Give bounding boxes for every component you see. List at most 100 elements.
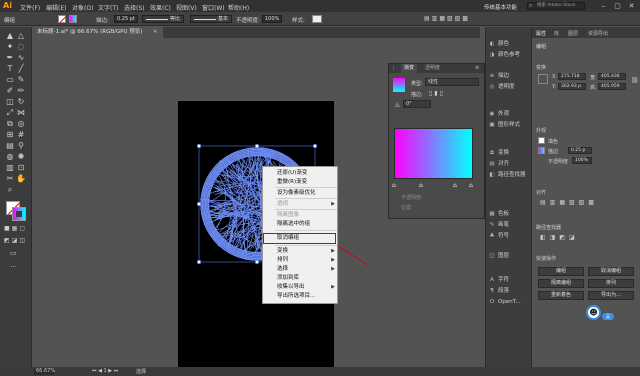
gradient-stop-start[interactable]: ⌂	[392, 182, 396, 189]
w-input[interactable]: 405.436	[598, 73, 626, 80]
context-menu-item[interactable]: 导出所选项目...	[263, 292, 339, 301]
rectangle-icon[interactable]: ▭	[5, 75, 15, 85]
workspace-switcher[interactable]: 传统基本功能	[484, 3, 517, 11]
align-controls[interactable]: ▤▥▦▧▨▩	[424, 15, 484, 23]
gradient-icon[interactable]: ▤	[5, 141, 15, 151]
dock-item[interactable]: ◑ 颜色参考	[488, 50, 530, 61]
eraser-icon[interactable]: ◫	[5, 97, 15, 107]
appearance-stroke-swatch[interactable]	[538, 147, 545, 154]
pathfinder-icons[interactable]: ◧◨◩◪	[540, 234, 579, 241]
export-as-button[interactable]: 导出为...	[588, 291, 634, 300]
artboard-nav-icons[interactable]: ⏮ ◀ 1 ▶ ⏭	[92, 368, 118, 374]
dock-item[interactable]: ◐ 颜色	[488, 39, 530, 50]
appearance-stroke-input[interactable]: 0.25 p	[568, 147, 592, 154]
tab-layers[interactable]: 图层	[568, 30, 578, 37]
assistant-badge[interactable]: 英	[602, 313, 614, 320]
shaper-icon[interactable]: ✐	[5, 86, 15, 96]
curvature-icon[interactable]: ∿	[16, 53, 26, 63]
tab-asset-export[interactable]: 资源导出	[588, 30, 608, 37]
zoom-input[interactable]: 66.67%	[34, 368, 55, 375]
width-icon[interactable]: ⋈	[16, 108, 26, 118]
stroke-color-box[interactable]	[12, 207, 26, 221]
direct-selection-icon[interactable]: △	[16, 31, 26, 41]
stock-search-input[interactable]: 搜索 Adobe Stock	[527, 2, 585, 10]
dock-item[interactable]: A 字符	[488, 275, 530, 286]
dock-item[interactable]: ♣ 符号	[488, 231, 530, 242]
ungroup-button[interactable]: 取消编组	[588, 267, 634, 276]
draw-mode-icons[interactable]: ◩◪◫	[4, 237, 27, 244]
variable-width-select[interactable]: 等比	[142, 15, 184, 23]
slice-icon[interactable]: ✂	[5, 174, 15, 184]
dock-item[interactable]: ◎ 透明度	[488, 82, 530, 93]
close-tab-icon[interactable]: ✕	[153, 29, 157, 35]
shape-builder-icon[interactable]: ◎	[16, 119, 26, 129]
menu-select[interactable]: 选择(S)	[124, 3, 145, 12]
menu-help[interactable]: 帮助(H)	[228, 3, 249, 12]
eyedropper-icon[interactable]: ⚲	[16, 141, 26, 151]
tab-properties[interactable]: 属性	[536, 30, 546, 37]
isolate-group-button[interactable]: 隔离编组	[538, 279, 584, 288]
mesh-icon[interactable]: #	[16, 130, 26, 140]
menu-edit[interactable]: 编辑(E)	[46, 3, 66, 12]
opacity-input[interactable]: 100%	[262, 15, 282, 23]
group-button[interactable]: 编组	[538, 267, 584, 276]
gradient-type-select[interactable]: 线性	[425, 78, 479, 86]
assistant-avatar[interactable]: ☻	[586, 305, 601, 320]
dock-item[interactable]: ▦ 色板	[488, 209, 530, 220]
dock-item[interactable]: ▣ 图形样式	[488, 120, 530, 131]
lasso-icon[interactable]: ◌	[16, 42, 26, 52]
tab-gradient[interactable]: 渐变	[401, 64, 418, 73]
screen-mode-icon[interactable]: ▭	[10, 249, 17, 257]
paintbrush-icon[interactable]: ✎	[16, 75, 26, 85]
close-button[interactable]: ✕	[627, 2, 636, 10]
symbol-sprayer-icon[interactable]: ✺	[16, 152, 26, 162]
recolor-button[interactable]: 重新着色	[538, 291, 584, 300]
blend-icon[interactable]: ◍	[5, 152, 15, 162]
dock-item[interactable]: ◫ 图层	[488, 251, 530, 262]
document-tab[interactable]: 未标题-1.ai* @ 66.67% (RGB/GPU 预览)	[33, 27, 163, 38]
h-input[interactable]: 405.959	[598, 83, 626, 90]
context-menu-item[interactable]: 还原(U)渐变	[263, 169, 339, 178]
rotate-icon[interactable]: ↻	[16, 97, 26, 107]
perspective-icon[interactable]: ⊞	[5, 130, 15, 140]
align-icons[interactable]: ▤▥▦▧▨▩	[540, 199, 598, 206]
maximize-button[interactable]: ▢	[613, 2, 622, 10]
edit-toolbar-icon[interactable]: …	[10, 261, 17, 269]
reference-point-icon[interactable]	[538, 74, 548, 84]
brush-definition-select[interactable]: 基本	[190, 15, 232, 23]
gradient-thumbnail[interactable]	[393, 78, 405, 92]
zoom-icon[interactable]: ⌕	[5, 185, 15, 195]
context-menu-item[interactable]: 添加到库	[263, 274, 339, 283]
menu-view[interactable]: 视图(V)	[176, 3, 197, 12]
selection-icon[interactable]: ▲	[5, 31, 15, 41]
menu-object[interactable]: 对象(O)	[72, 3, 93, 12]
graphic-style-swatch[interactable]	[312, 15, 322, 23]
type-icon[interactable]: T	[5, 64, 15, 74]
fill-swatch[interactable]	[58, 15, 67, 23]
context-menu-item[interactable]: 收集以导出 ▶	[263, 283, 339, 292]
x-input[interactable]: 275.718	[558, 73, 586, 80]
color-mode-icons[interactable]: ■▦▢	[4, 225, 27, 232]
appearance-opacity-input[interactable]: 100%	[572, 157, 592, 164]
pen-icon[interactable]: ✒	[5, 53, 15, 63]
dock-item[interactable]: ◧ 路径查找器	[488, 170, 530, 181]
tab-transparency[interactable]: 透明度	[425, 64, 440, 73]
arrange-button[interactable]: 排列	[588, 279, 634, 288]
gradient-stop-end[interactable]: ⌂	[469, 182, 473, 189]
menu-file[interactable]: 文件(F)	[20, 3, 40, 12]
menu-window[interactable]: 窗口(W)	[202, 3, 225, 12]
dock-item[interactable]: ≡ 描边	[488, 71, 530, 82]
stroke-gradient-options[interactable]: ▯▮▯	[429, 90, 445, 97]
minimize-button[interactable]: –	[599, 2, 608, 10]
dock-item[interactable]: ⧉ 变换	[488, 148, 530, 159]
context-menu-item[interactable]: 选择 ▶	[263, 265, 339, 274]
appearance-fill-swatch[interactable]	[538, 137, 545, 144]
gradient-slider[interactable]	[394, 128, 473, 179]
line-icon[interactable]: ╱	[16, 64, 26, 74]
pencil-icon[interactable]: ✏	[16, 86, 26, 96]
dock-item[interactable]: ¶ 段落	[488, 286, 530, 297]
dock-item[interactable]: O OpenT...	[488, 297, 530, 308]
dock-item[interactable]: ◉ 外观	[488, 109, 530, 120]
context-menu-item[interactable]: 隔离选中的组	[263, 220, 339, 229]
dock-item[interactable]: ✎ 画笔	[488, 220, 530, 231]
